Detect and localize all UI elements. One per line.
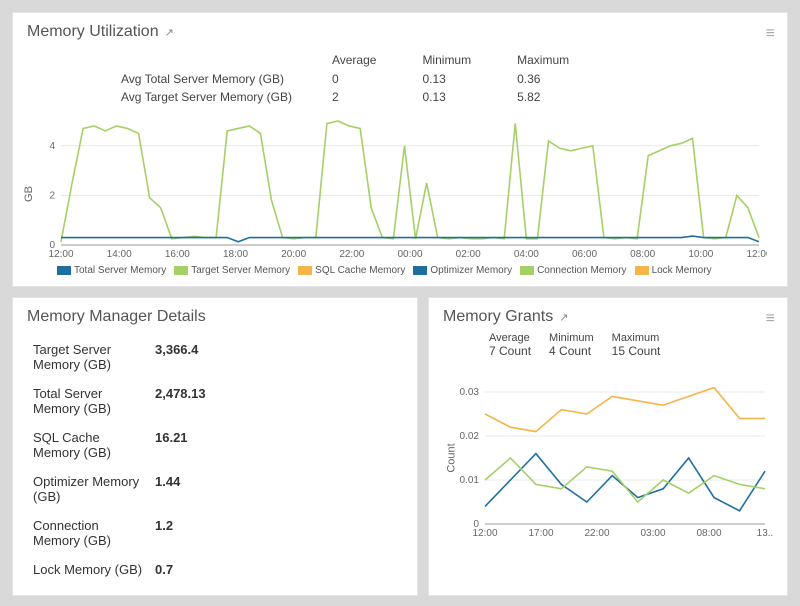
legend-item[interactable]: Optimizer Memory bbox=[413, 265, 512, 276]
svg-text:12:00: 12:00 bbox=[472, 528, 497, 539]
details-row: Optimizer Memory (GB)1.44 bbox=[29, 468, 401, 510]
stats-row-target: Avg Target Server Memory (GB) 2 0.13 5.8… bbox=[99, 89, 591, 105]
details-table: Target Server Memory (GB)3,366.4Total Se… bbox=[27, 334, 403, 585]
svg-text:02:00: 02:00 bbox=[456, 249, 481, 260]
menu-icon[interactable]: ≡ bbox=[766, 310, 775, 328]
util-stats-table: Average Minimum Maximum Avg Total Server… bbox=[97, 49, 593, 107]
svg-text:13..: 13.. bbox=[757, 528, 773, 539]
menu-icon[interactable]: ≡ bbox=[766, 25, 775, 43]
grants-chart: Count 00.010.020.0312:0017:0022:0003:000… bbox=[443, 362, 773, 542]
svg-text:16:00: 16:00 bbox=[165, 249, 190, 260]
memory-manager-details-panel: Memory Manager Details Target Server Mem… bbox=[12, 297, 418, 596]
details-row: Target Server Memory (GB)3,366.4 bbox=[29, 336, 401, 378]
details-row: SQL Cache Memory (GB)16.21 bbox=[29, 424, 401, 466]
legend-item[interactable]: Total Server Memory bbox=[57, 265, 166, 276]
col-maximum: Maximum bbox=[495, 51, 591, 69]
svg-text:08:00: 08:00 bbox=[696, 528, 721, 539]
legend-item[interactable]: SQL Cache Memory bbox=[298, 265, 405, 276]
legend-item[interactable]: Connection Memory bbox=[520, 265, 626, 276]
col-average: Average bbox=[310, 51, 398, 69]
svg-text:12:00: 12:00 bbox=[746, 249, 767, 260]
svg-text:00:00: 00:00 bbox=[397, 249, 422, 260]
panel-title-text: Memory Utilization bbox=[27, 23, 159, 41]
panel-title-text: Memory Grants bbox=[443, 308, 553, 326]
svg-text:04:00: 04:00 bbox=[514, 249, 539, 260]
svg-text:06:00: 06:00 bbox=[572, 249, 597, 260]
util-legend: Total Server Memory Target Server Memory S… bbox=[27, 265, 773, 276]
grants-chart-svg: 00.010.020.0312:0017:0022:0003:0008:0013… bbox=[443, 362, 773, 542]
col-minimum: Minimum bbox=[400, 51, 493, 69]
svg-text:2: 2 bbox=[49, 190, 55, 201]
details-row: Total Server Memory (GB)2,478.13 bbox=[29, 380, 401, 422]
util-chart-svg: 02412:0014:0016:0018:0020:0022:0000:0002… bbox=[27, 113, 767, 263]
legend-item[interactable]: Lock Memory bbox=[635, 265, 712, 276]
svg-text:0.02: 0.02 bbox=[460, 431, 480, 442]
memory-utilization-panel: Memory Utilization ↗ ≡ Average Minimum M… bbox=[12, 12, 788, 287]
details-row: Lock Memory (GB)0.7 bbox=[29, 556, 401, 583]
svg-text:0.01: 0.01 bbox=[460, 475, 480, 486]
external-link-icon[interactable]: ↗ bbox=[559, 311, 568, 324]
util-chart: GB 02412:0014:0016:0018:0020:0022:0000:0… bbox=[27, 113, 773, 263]
svg-text:18:00: 18:00 bbox=[223, 249, 248, 260]
svg-text:0.03: 0.03 bbox=[460, 387, 480, 398]
panel-title: Memory Grants ↗ bbox=[443, 308, 773, 326]
svg-text:4: 4 bbox=[49, 141, 55, 152]
svg-text:03:00: 03:00 bbox=[640, 528, 665, 539]
svg-text:12:00: 12:00 bbox=[48, 249, 73, 260]
external-link-icon[interactable]: ↗ bbox=[165, 26, 174, 39]
details-row: Connection Memory (GB)1.2 bbox=[29, 512, 401, 554]
svg-text:08:00: 08:00 bbox=[630, 249, 655, 260]
svg-text:10:00: 10:00 bbox=[688, 249, 713, 260]
y-axis-label: Count bbox=[446, 443, 458, 472]
svg-text:14:00: 14:00 bbox=[107, 249, 132, 260]
svg-text:17:00: 17:00 bbox=[528, 528, 553, 539]
svg-text:20:00: 20:00 bbox=[281, 249, 306, 260]
svg-text:22:00: 22:00 bbox=[584, 528, 609, 539]
legend-item[interactable]: Target Server Memory bbox=[174, 265, 290, 276]
stats-row-total: Avg Total Server Memory (GB) 0 0.13 0.36 bbox=[99, 71, 591, 87]
panel-title-text: Memory Manager Details bbox=[27, 308, 206, 326]
memory-grants-panel: Memory Grants ↗ ≡ Average7 Count Minimum… bbox=[428, 297, 788, 596]
panel-title: Memory Manager Details bbox=[27, 308, 403, 326]
panel-title: Memory Utilization ↗ bbox=[27, 23, 773, 41]
y-axis-label: GB bbox=[23, 186, 35, 202]
grants-stats: Average7 Count Minimum4 Count Maximum15 … bbox=[489, 332, 773, 358]
svg-text:22:00: 22:00 bbox=[339, 249, 364, 260]
